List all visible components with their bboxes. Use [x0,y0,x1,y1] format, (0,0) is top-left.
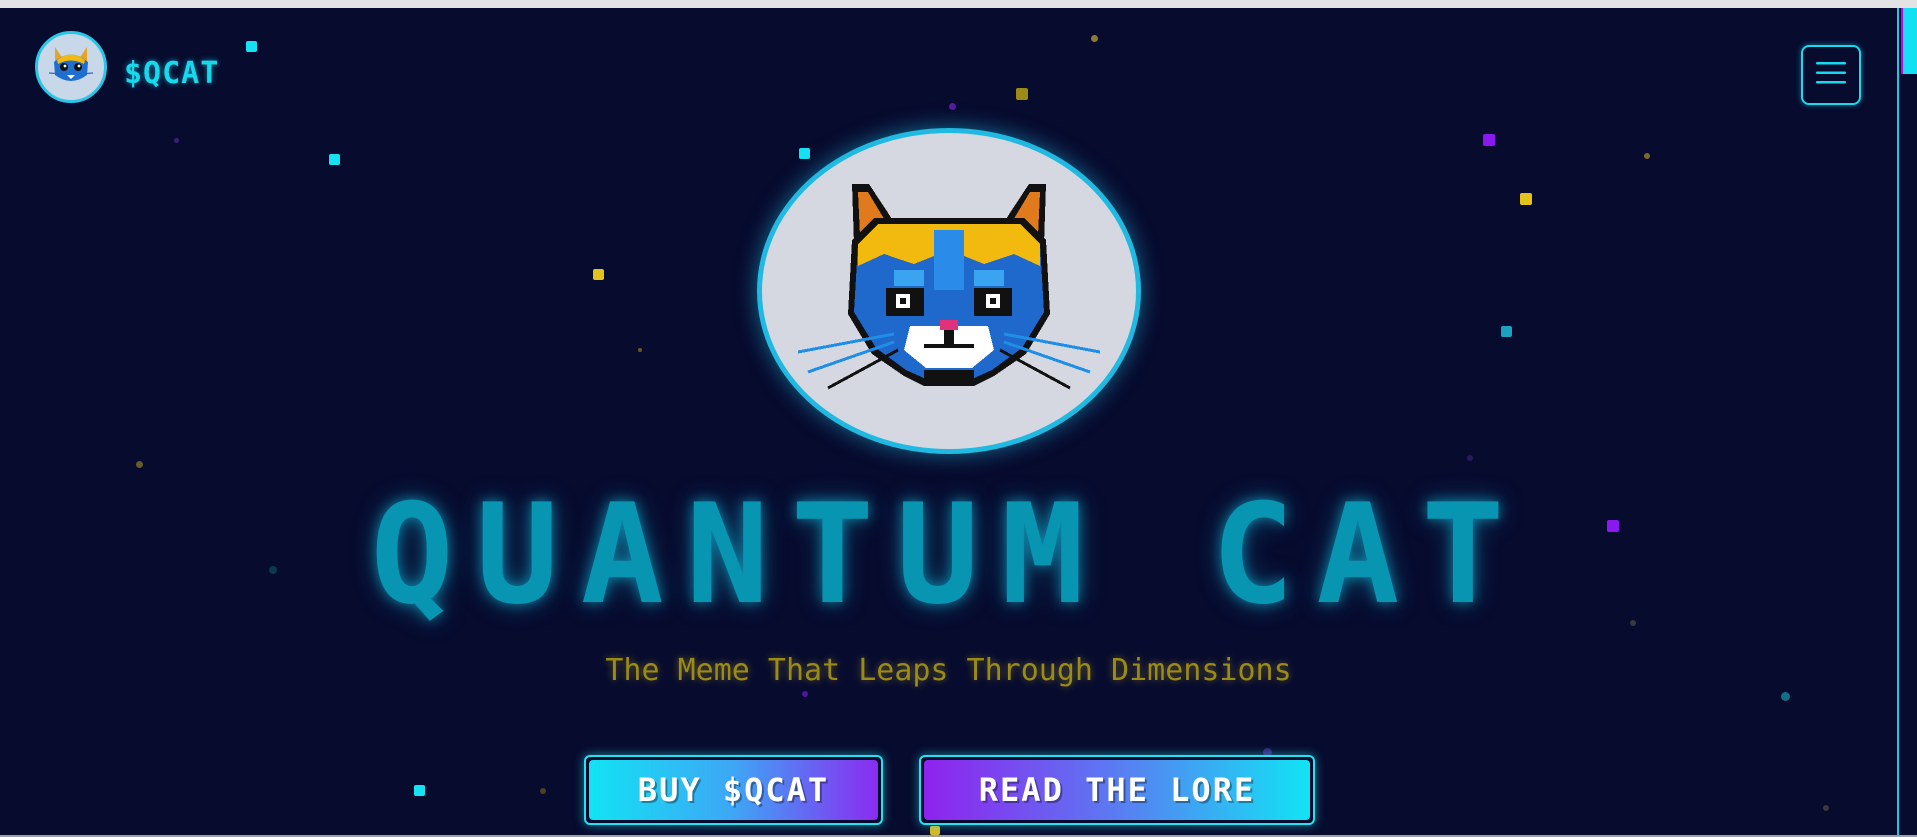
cat-logo-icon [45,39,97,95]
particle [540,788,546,794]
particle [802,691,808,697]
menu-button[interactable] [1801,45,1861,105]
particle [949,103,956,110]
particle [1467,455,1473,461]
particle [414,785,425,796]
read-lore-button[interactable]: READ THE LORE [919,755,1315,825]
hamburger-menu-icon [1816,61,1846,89]
buy-button[interactable]: BUY $QCAT [584,755,883,825]
buy-button-label: BUY $QCAT [637,771,830,809]
particle [1520,193,1532,205]
brand-name[interactable]: $QCAT [124,56,219,91]
particle [1016,88,1028,100]
brand-logo[interactable] [35,31,107,103]
scrollbar-thumb[interactable] [1901,8,1917,74]
particle [329,154,340,165]
hero-subtitle: The Meme That Leaps Through Dimensions [605,653,1292,688]
pixel-cat-icon [794,174,1104,408]
particle [1091,35,1098,42]
particle [1781,692,1790,701]
particle [1501,326,1512,337]
particle [246,41,257,52]
particle [136,461,143,468]
particle [1483,134,1495,146]
particle [930,826,940,835]
hero-section: $QCAT QUANTUM CAT The Meme That Leaps Th… [0,8,1897,835]
read-lore-button-label: READ THE LORE [978,771,1256,809]
particle [638,348,642,352]
particle [799,148,810,159]
hero-title: QUANTUM CAT [370,474,1527,635]
particle [174,138,179,143]
particle [593,269,604,280]
particle [1823,805,1829,811]
particle [1644,153,1650,159]
browser-top-edge [0,0,1917,8]
hero-cat-image [757,128,1141,454]
scrollbar-track[interactable] [1897,8,1917,835]
